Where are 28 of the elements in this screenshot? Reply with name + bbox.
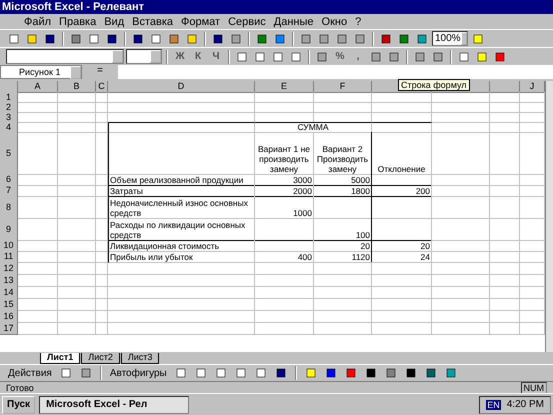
table-cell: Затраты: [108, 185, 255, 197]
table-cell: 24: [372, 251, 432, 263]
num-lock-indicator: NUM: [520, 382, 547, 394]
table-cell: 20: [372, 240, 432, 252]
table-cell: Объем реализованной продукции: [108, 174, 255, 186]
window-title: Microsoft Excel - Релевант: [0, 0, 553, 14]
tooltip: Строка формул: [398, 79, 470, 91]
table-cell: 2000: [255, 185, 314, 197]
table-cell: Расходы по ликвидации основных средств: [108, 218, 255, 241]
clock: 4:20 PM: [506, 399, 544, 410]
table-cell: Вариант 2 Производить замену: [314, 132, 372, 175]
table-cell: 400: [255, 251, 314, 263]
table-cell: СУММА: [255, 122, 372, 133]
table-cell: 1800: [314, 185, 372, 197]
table-cell: Недоначисленный износ основных средств: [108, 196, 255, 219]
table-cell: 3000: [255, 174, 314, 186]
table-cell: Вариант 1 не производить замену: [255, 132, 314, 175]
table-cell: 20: [314, 240, 372, 252]
table-cell: 1120: [314, 251, 372, 263]
table-cell: Прибыль или убыток: [108, 251, 255, 263]
table-cell: 1000: [255, 196, 314, 219]
table-cell: Отклонение: [372, 132, 432, 175]
table-cell: 200: [372, 185, 432, 197]
table-cell: Ликвидационная стоимость: [108, 240, 255, 252]
table-cell: 100: [314, 218, 372, 241]
table-cell: 5000: [314, 174, 372, 186]
formula-label: =: [82, 65, 118, 79]
status-text: Готово: [6, 382, 34, 392]
